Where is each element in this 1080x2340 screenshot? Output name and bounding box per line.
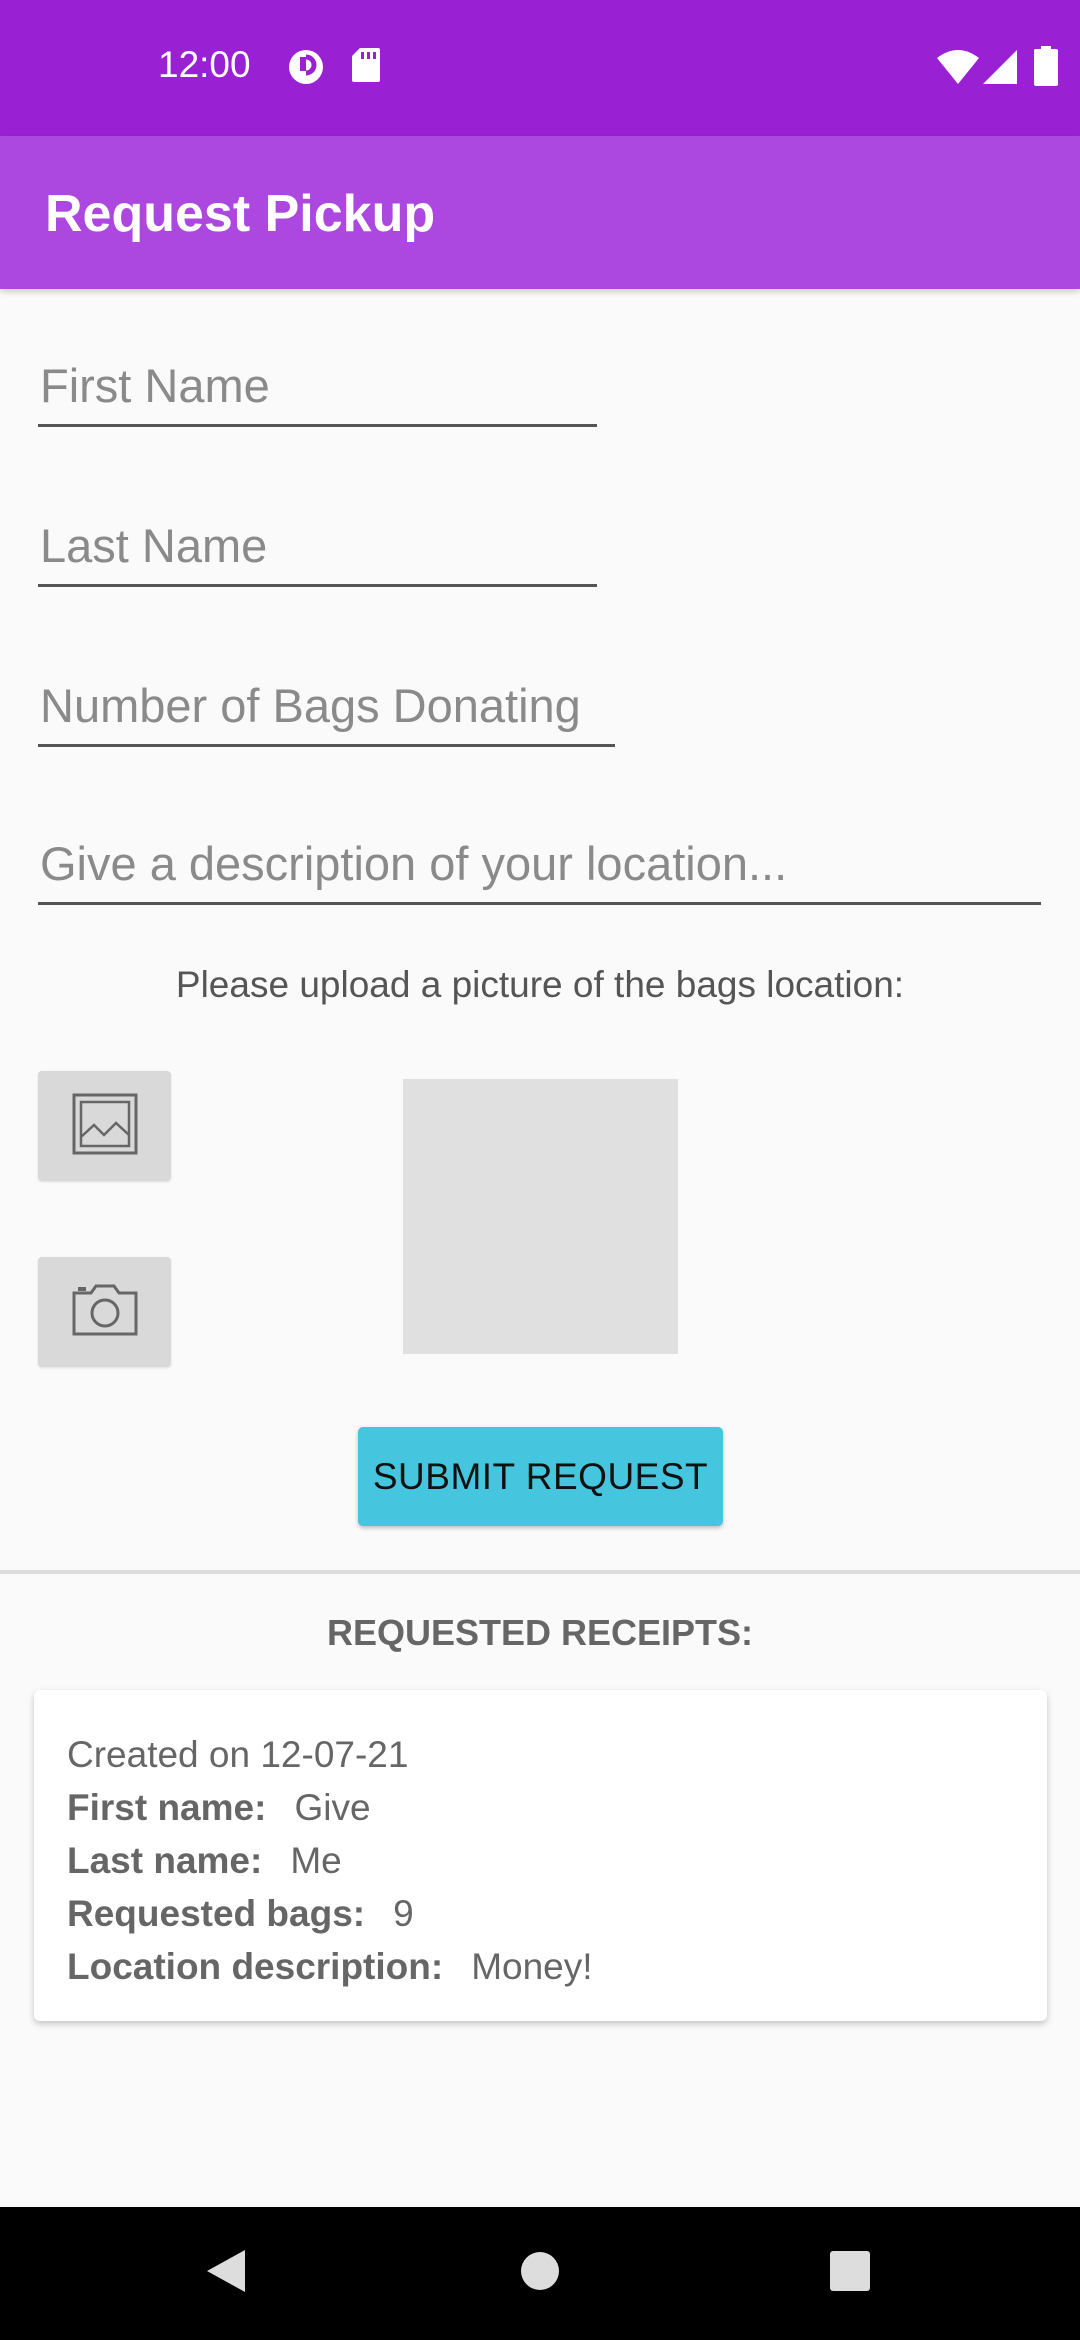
wifi-icon: [937, 50, 979, 84]
receipt-first-name-value: Give: [294, 1787, 371, 1828]
navigation-bar: [0, 2207, 1080, 2340]
divider: [0, 1570, 1080, 1574]
receipt-first-name-label: First name:: [67, 1787, 267, 1828]
upload-prompt: Please upload a picture of the bags loca…: [175, 964, 905, 1005]
first-name-input[interactable]: [38, 347, 597, 424]
gallery-button[interactable]: [38, 1071, 171, 1181]
back-button[interactable]: [166, 2207, 286, 2340]
cell-signal-icon: [983, 50, 1017, 84]
recents-icon: [829, 2250, 871, 2297]
last-name-field[interactable]: [38, 507, 597, 587]
receipts-heading: REQUESTED RECEIPTS:: [326, 1612, 754, 1653]
receipt-last-name-value: Me: [290, 1840, 342, 1881]
receipt-last-name-row: Last name: Me: [67, 1834, 1014, 1887]
status-bar: 12:00: [0, 0, 1080, 136]
location-description-field[interactable]: [38, 825, 1041, 905]
image-preview: [403, 1079, 678, 1354]
submit-request-button[interactable]: SUBMIT REQUEST: [358, 1427, 723, 1526]
home-button[interactable]: [480, 2207, 600, 2340]
receipt-last-name-label: Last name:: [67, 1840, 263, 1881]
recents-button[interactable]: [790, 2207, 910, 2340]
last-name-input[interactable]: [38, 507, 597, 584]
sd-card-icon: [352, 48, 380, 82]
app-bar: Request Pickup: [0, 136, 1080, 289]
bags-count-field[interactable]: [38, 667, 615, 747]
receipt-location-value: Money!: [471, 1946, 593, 1987]
receipt-card: Created on 12-07-21 First name: Give Last…: [34, 1690, 1047, 2021]
receipt-created: Created on 12-07-21: [67, 1734, 409, 1775]
data-saver-icon: [287, 48, 325, 86]
receipt-bags-label: Requested bags:: [67, 1893, 366, 1934]
receipt-location-label: Location description:: [67, 1946, 444, 1987]
battery-icon: [1034, 46, 1058, 86]
bags-count-input[interactable]: [38, 667, 615, 744]
page-title: Request Pickup: [45, 185, 436, 243]
camera-icon: [71, 1283, 139, 1342]
receipt-first-name-row: First name: Give: [67, 1781, 1014, 1834]
home-icon: [519, 2250, 561, 2297]
status-time: 12:00: [158, 44, 251, 85]
back-icon: [205, 2248, 247, 2299]
location-description-input[interactable]: [38, 825, 1041, 902]
receipt-bags-value: 9: [393, 1893, 414, 1934]
receipt-bags-row: Requested bags: 9: [67, 1887, 1014, 1940]
camera-button[interactable]: [38, 1257, 171, 1367]
first-name-field[interactable]: [38, 347, 597, 427]
image-icon: [72, 1093, 138, 1160]
receipt-location-row: Location description: Money!: [67, 1940, 1014, 1993]
